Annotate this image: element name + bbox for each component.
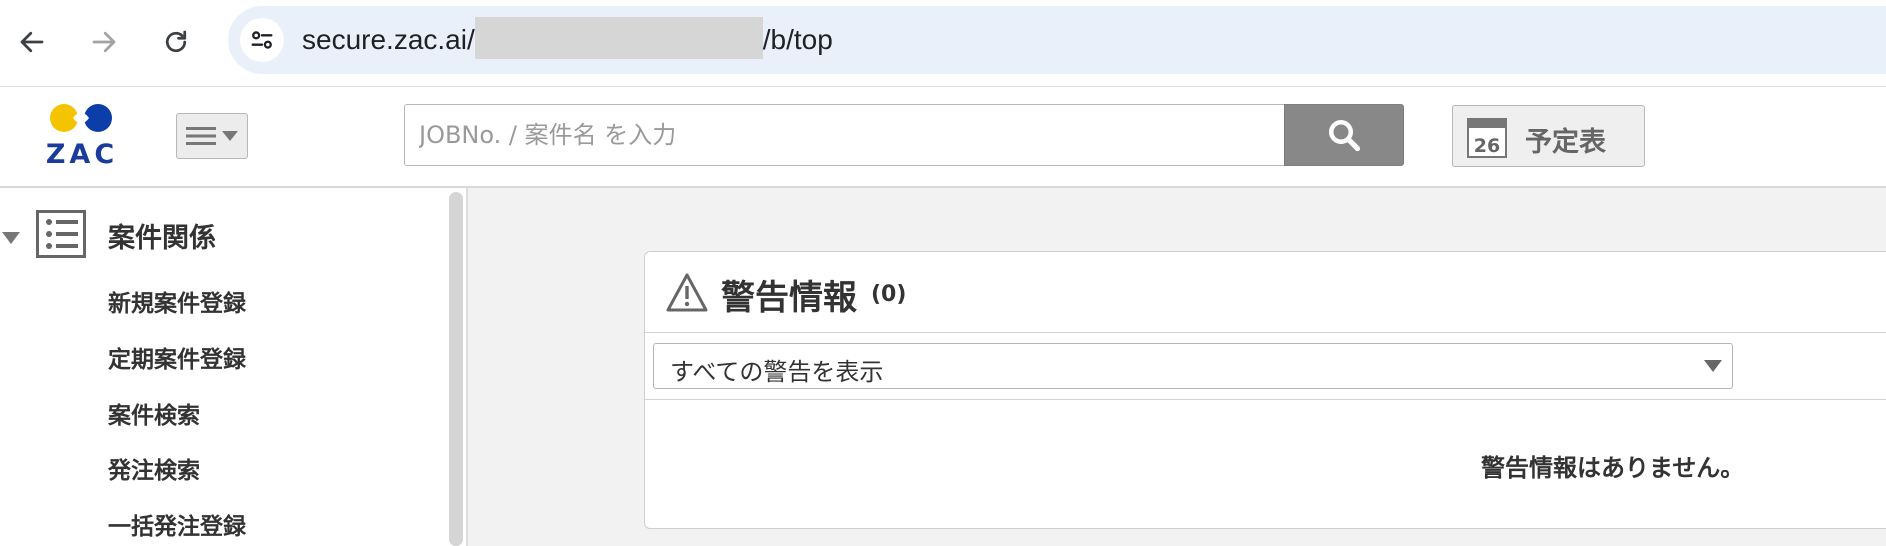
panel-header: 警告情報 (0)	[645, 252, 1886, 333]
calendar-day: 26	[1474, 135, 1500, 157]
hamburger-icon	[186, 127, 216, 145]
job-search-input[interactable]	[404, 104, 1284, 166]
sidebar-item-project-search[interactable]: 案件検索	[108, 396, 200, 430]
list-icon	[36, 210, 86, 258]
collapse-triangle-icon[interactable]	[2, 232, 20, 244]
warning-panel: 警告情報 (0) すべての警告を表示 警告情報はありません。	[644, 251, 1886, 529]
url-prefix: secure.zac.ai/	[302, 24, 475, 55]
sidebar-item-order-search[interactable]: 発注検索	[108, 451, 200, 485]
caret-down-icon	[222, 131, 238, 141]
sidebar-item-new-project[interactable]: 新規案件登録	[108, 284, 246, 318]
zac-logo[interactable]: ZAC	[40, 101, 124, 171]
filter-row: すべての警告を表示	[645, 333, 1886, 400]
sidebar-scrollbar[interactable]	[449, 192, 463, 546]
logo-mark-icon	[50, 104, 112, 132]
chevron-down-icon	[1704, 360, 1722, 372]
forward-button[interactable]	[82, 20, 126, 64]
search-icon	[1329, 120, 1361, 152]
site-info-button[interactable]	[240, 18, 284, 62]
back-button[interactable]	[10, 20, 54, 64]
address-bar[interactable]: secure.zac.ai/ /b/top	[228, 6, 1886, 74]
tune-icon	[251, 31, 273, 49]
calendar-icon: 26	[1467, 118, 1507, 158]
sidebar-item-recurring-project[interactable]: 定期案件登録	[108, 340, 246, 374]
url-suffix: /b/top	[762, 24, 833, 55]
url-text[interactable]: secure.zac.ai/ /b/top	[302, 16, 833, 59]
arrow-left-icon	[20, 31, 44, 53]
sidebar-item-bulk-order[interactable]: 一括発注登録	[108, 507, 246, 541]
search-button[interactable]	[1284, 104, 1404, 166]
menu-toggle-button[interactable]	[176, 113, 248, 159]
browser-toolbar: secure.zac.ai/ /b/top	[0, 0, 1886, 87]
url-redaction	[474, 16, 763, 59]
app-header: ZAC 26 予定表	[0, 87, 1886, 188]
sidebar-section-title[interactable]: 案件関係	[108, 216, 216, 255]
warning-count: (0)	[871, 282, 907, 307]
arrow-right-icon	[92, 31, 116, 53]
reload-button[interactable]	[154, 20, 198, 64]
reload-icon	[165, 30, 187, 53]
schedule-label: 予定表	[1525, 127, 1606, 158]
panel-title: 警告情報	[721, 278, 857, 318]
schedule-button[interactable]: 26 予定表	[1452, 105, 1645, 167]
logo-text: ZAC	[45, 139, 119, 170]
warning-icon	[666, 273, 708, 312]
filter-selected-value: すべての警告を表示	[670, 358, 884, 386]
empty-message: 警告情報はありません。	[1481, 454, 1745, 482]
warning-filter-select[interactable]: すべての警告を表示	[653, 343, 1733, 389]
